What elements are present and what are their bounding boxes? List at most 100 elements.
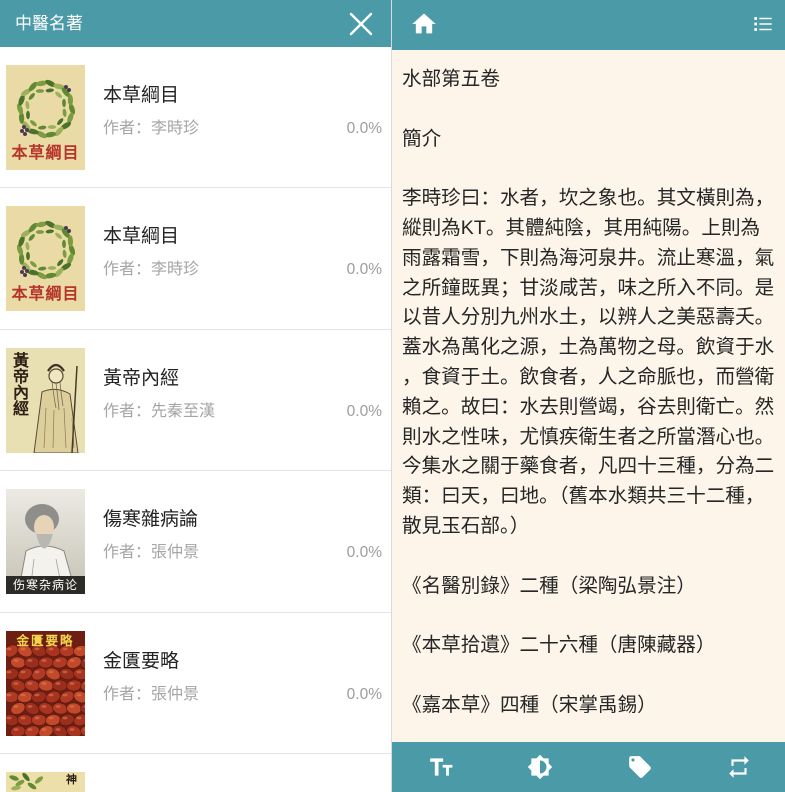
close-icon [349, 12, 373, 36]
library-header: 中醫名著 [0, 0, 391, 47]
cover-date-highlight [48, 670, 54, 673]
cover-date [24, 656, 40, 668]
author-name: 李時珍 [151, 120, 200, 137]
library-panel: 本草綱目 本草綱目 作者：李時珍 0.0% 本草綱目 本草綱目 作者：李時珍 0… [0, 0, 392, 792]
cover-date-highlight [48, 647, 54, 650]
book-progress: 0.0% [346, 685, 382, 703]
cover-date-highlight [13, 658, 19, 662]
book-cover: 黃帝內經 [6, 347, 85, 453]
cover-date-highlight [62, 693, 68, 696]
cover-date-highlight [6, 716, 12, 719]
book-cover: 本草綱目 [6, 206, 85, 312]
cover-berry [25, 269, 29, 274]
library-title: 中醫名著 [15, 14, 83, 33]
cover-date-highlight [69, 681, 75, 685]
cover-date-highlight [20, 716, 26, 719]
book-progress: 0.0% [346, 544, 382, 562]
bookmark-button[interactable] [627, 754, 653, 780]
cover-berry [64, 226, 68, 231]
author-name: 先秦至漢 [151, 402, 216, 420]
cover-date-highlight [27, 681, 33, 685]
book-title: 傷寒雜病論 [103, 509, 199, 531]
source-line: 《本草拾遺》二十六種（唐陳藏器） [402, 634, 716, 657]
cover-date-highlight [62, 716, 68, 719]
reader-text[interactable]: 水部第五卷 簡介 李時珍曰：水者，坎之象也。其文橫則為， 縱則為KT。其體純陰，… [392, 50, 785, 742]
author-label: 作者： [103, 544, 152, 562]
cover-date-highlight [27, 704, 33, 708]
book-item[interactable]: 金匱要略 金匱要略 作者：張仲景 0.0% [0, 613, 391, 754]
cover-date-highlight [20, 693, 26, 696]
cover-date-highlight [34, 693, 40, 696]
author-label: 作者： [103, 685, 152, 703]
book-title: 本草綱目 [103, 85, 180, 106]
cover-date-highlight [76, 716, 82, 719]
cover-date-highlight [13, 727, 19, 731]
cover-title: 本草綱目 [11, 286, 80, 304]
cover-date-highlight [20, 670, 26, 673]
cover-berry [23, 132, 27, 136]
intro-line: 賴之。故曰：水去則營竭，谷去則衛亡。然 [402, 395, 775, 418]
cover-date-highlight [41, 658, 47, 662]
intro-line: 雨露霜雪，下則為海河泉井。流止寒溫，氣 [402, 246, 775, 269]
source-line: 《嘉本草》四種（宋掌禹錫） [402, 693, 657, 716]
chapter-title: 水部第五卷 [402, 68, 500, 90]
cover-berry [22, 266, 26, 271]
reader-panel: 水部第五卷 簡介 李時珍曰：水者，坎之象也。其文橫則為， 縱則為KT。其體純陰，… [392, 0, 785, 792]
cover-date-highlight [76, 693, 82, 696]
cover-date-highlight [76, 647, 82, 650]
brightness-button[interactable] [527, 754, 553, 780]
page-mode-button[interactable] [726, 754, 752, 780]
font-size-icon [430, 758, 453, 776]
cover-date-highlight [69, 727, 75, 731]
cover-date-highlight [20, 647, 26, 650]
cover-date [52, 679, 68, 691]
cover-date [31, 713, 47, 726]
cover-date-highlight [48, 693, 54, 696]
cover-title: 金匱要略 [16, 633, 75, 648]
intro-line: 散見玉石部。） [402, 514, 530, 537]
book-item[interactable]: 本草綱目 本草綱目 作者：李時珍 0.0% [0, 188, 391, 330]
cover-title: 伤寒杂病论 [6, 576, 85, 595]
book-progress: 0.0% [346, 402, 382, 420]
book-item[interactable]: 伤寒杂病论 傷寒雜病論 作者：張仲景 0.0% [0, 471, 391, 613]
author-name: 張仲景 [151, 544, 200, 562]
book-cover: 本草綱目 [6, 65, 85, 170]
book-item[interactable]: 本草綱目 本草綱目 作者：李時珍 0.0% [0, 47, 391, 189]
book-progress: 0.0% [346, 120, 382, 137]
cover-date-highlight [41, 727, 47, 731]
book-author: 作者：張仲景 [103, 543, 199, 563]
cover-date-highlight [48, 716, 54, 719]
author-label: 作者： [103, 261, 152, 279]
author-label: 作者： [103, 120, 152, 137]
cover-date-highlight [27, 658, 33, 662]
book-list: 本草綱目 本草綱目 作者：李時珍 0.0% 本草綱目 本草綱目 作者：李時珍 0… [0, 0, 391, 792]
cover-berry [20, 270, 24, 275]
list-icon [754, 17, 772, 31]
cover-title: 本草綱目 [11, 145, 80, 162]
intro-line: 今集水之關于藥食者，凡四十三種，分為二 [402, 455, 775, 478]
author-name: 張仲景 [151, 685, 200, 703]
cover-date-highlight [34, 716, 40, 719]
book-cover: 神 [6, 772, 85, 792]
source-line: 《名醫別錄》二種（梁陶弘景注） [402, 574, 696, 597]
book-item[interactable]: 黃帝內經 黃帝內經 作者：先秦至漢 0.0% [0, 330, 391, 472]
cover-date-highlight [55, 704, 61, 708]
contents-button[interactable] [752, 13, 774, 35]
home-icon [412, 13, 436, 34]
cover-berry [22, 125, 26, 129]
intro-line: 縱則為KT。其體純陰，其用純陽。上則為 [402, 216, 761, 239]
app-root: 本草綱目 本草綱目 作者：李時珍 0.0% 本草綱目 本草綱目 作者：李時珍 0… [0, 0, 785, 792]
cover-date-highlight [34, 670, 40, 673]
cover-date-highlight [41, 704, 47, 708]
font-size-button[interactable] [428, 754, 454, 780]
close-button[interactable] [348, 11, 374, 37]
home-button[interactable] [410, 10, 438, 38]
cover-title: 神 [66, 774, 77, 786]
cover-title: 黃帝內經 [10, 351, 27, 416]
cover-date-highlight [69, 658, 75, 662]
intro-line: 李時珍曰：水者，坎之象也。其文橫則為， [402, 187, 775, 210]
book-item[interactable]: 神 [0, 754, 391, 792]
cover-date-highlight [55, 727, 61, 731]
